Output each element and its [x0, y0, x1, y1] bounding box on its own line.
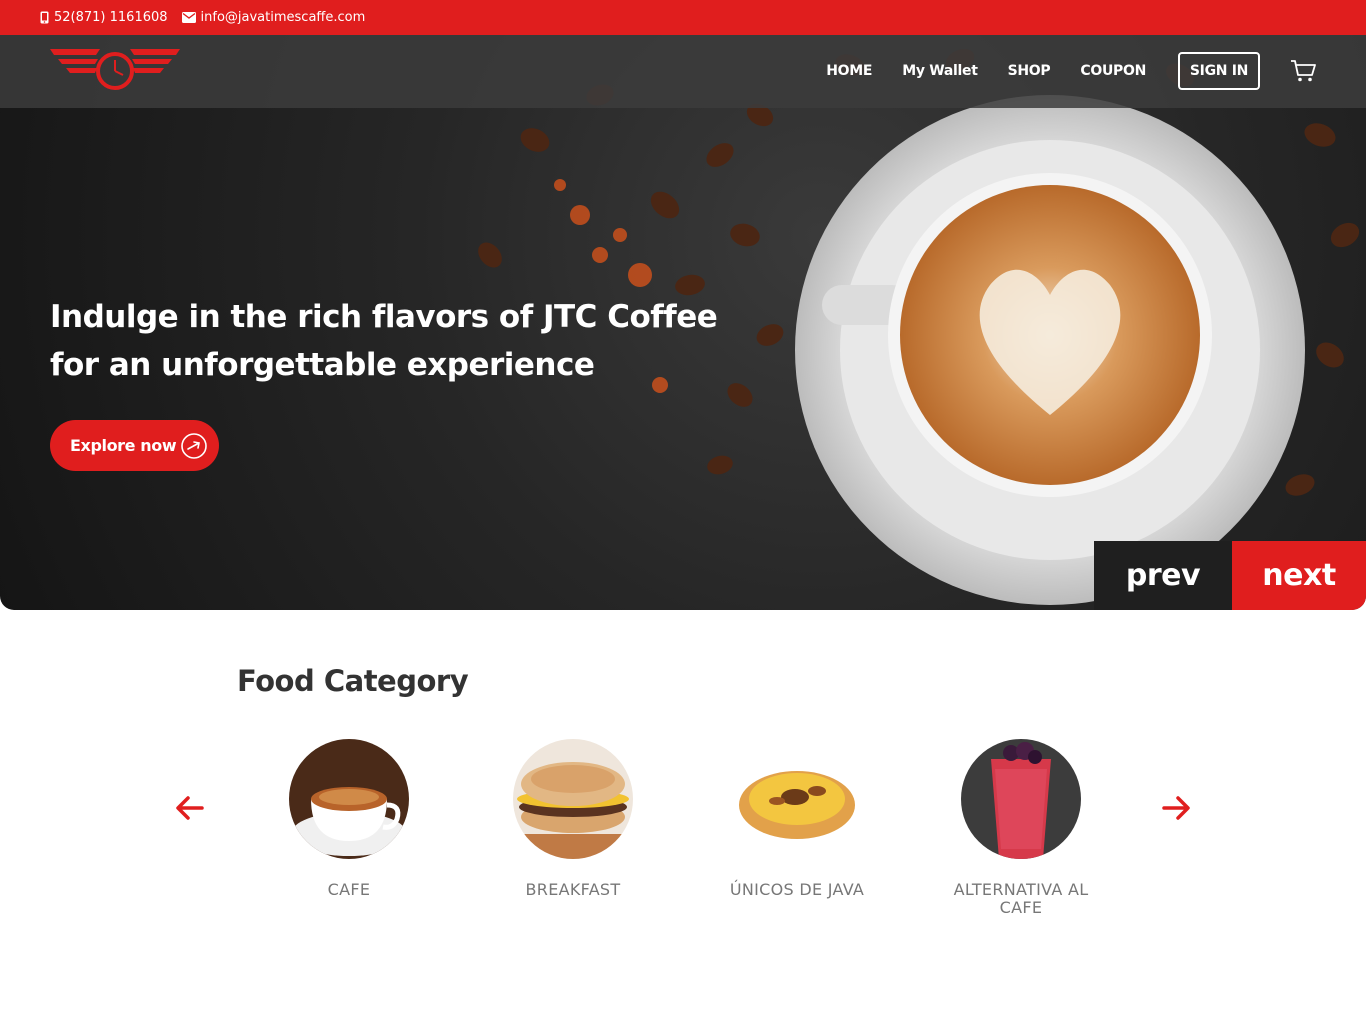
- email-address: info@javatimescaffe.com: [200, 10, 366, 25]
- winged-clock-logo[interactable]: [50, 47, 180, 99]
- email-contact[interactable]: info@javatimescaffe.com: [181, 10, 366, 25]
- category-label: ÚNICOS DE JAVA: [729, 880, 865, 899]
- main-navbar: HOME My Wallet SHOP COUPON SIGN IN: [0, 35, 1366, 108]
- category-alternativa-al-cafe[interactable]: ALTERNATIVA AL CAFE: [931, 739, 1111, 917]
- category-unicos-de-java[interactable]: ÚNICOS DE JAVA: [707, 739, 887, 899]
- berry-smoothie-image: [961, 739, 1081, 859]
- phone-number: 52(871) 1161608: [54, 10, 168, 25]
- explore-now-label: Explore now: [70, 436, 177, 455]
- nav-home[interactable]: HOME: [826, 63, 872, 79]
- nav-shop[interactable]: SHOP: [1008, 63, 1051, 79]
- hero-headline: Indulge in the rich flavors of JTC Coffe…: [50, 293, 730, 389]
- hero-headline-line-2: for an unforgettable experience: [50, 347, 595, 383]
- phone-icon: [40, 11, 49, 24]
- nav-my-wallet[interactable]: My Wallet: [902, 63, 978, 79]
- nav-coupon[interactable]: COUPON: [1080, 63, 1146, 79]
- envelope-icon: [181, 12, 196, 23]
- category-prev-arrow-icon[interactable]: [174, 792, 206, 824]
- category-cafe[interactable]: CAFE: [259, 739, 439, 899]
- contact-bar: 52(871) 1161608 info@javatimescaffe.com: [0, 0, 1366, 35]
- category-label: ALTERNATIVA AL CAFE: [953, 880, 1089, 917]
- cart-icon[interactable]: [1290, 59, 1316, 83]
- explore-now-button[interactable]: Explore now: [50, 420, 219, 471]
- primary-navigation: HOME My Wallet SHOP COUPON SIGN IN: [796, 52, 1316, 90]
- slider-next-button[interactable]: next: [1232, 541, 1366, 610]
- category-label: CAFE: [327, 880, 371, 899]
- hero-headline-line-1: Indulge in the rich flavors of JTC Coffe…: [50, 299, 718, 335]
- category-label: BREAKFAST: [525, 880, 621, 899]
- category-next-arrow-icon[interactable]: [1160, 792, 1192, 824]
- egg-tart-image: [737, 739, 857, 859]
- breakfast-sandwich-image: [513, 739, 633, 859]
- category-breakfast[interactable]: BREAKFAST: [483, 739, 663, 899]
- phone-contact[interactable]: 52(871) 1161608: [40, 10, 168, 25]
- sign-in-button[interactable]: SIGN IN: [1178, 52, 1260, 90]
- arrow-circle-icon: [180, 432, 208, 460]
- food-category-title: Food Category: [237, 664, 469, 698]
- hero-banner: HOME My Wallet SHOP COUPON SIGN IN Indul…: [0, 35, 1366, 610]
- slider-prev-button[interactable]: prev: [1094, 541, 1232, 610]
- coffee-cup-image: [289, 739, 409, 859]
